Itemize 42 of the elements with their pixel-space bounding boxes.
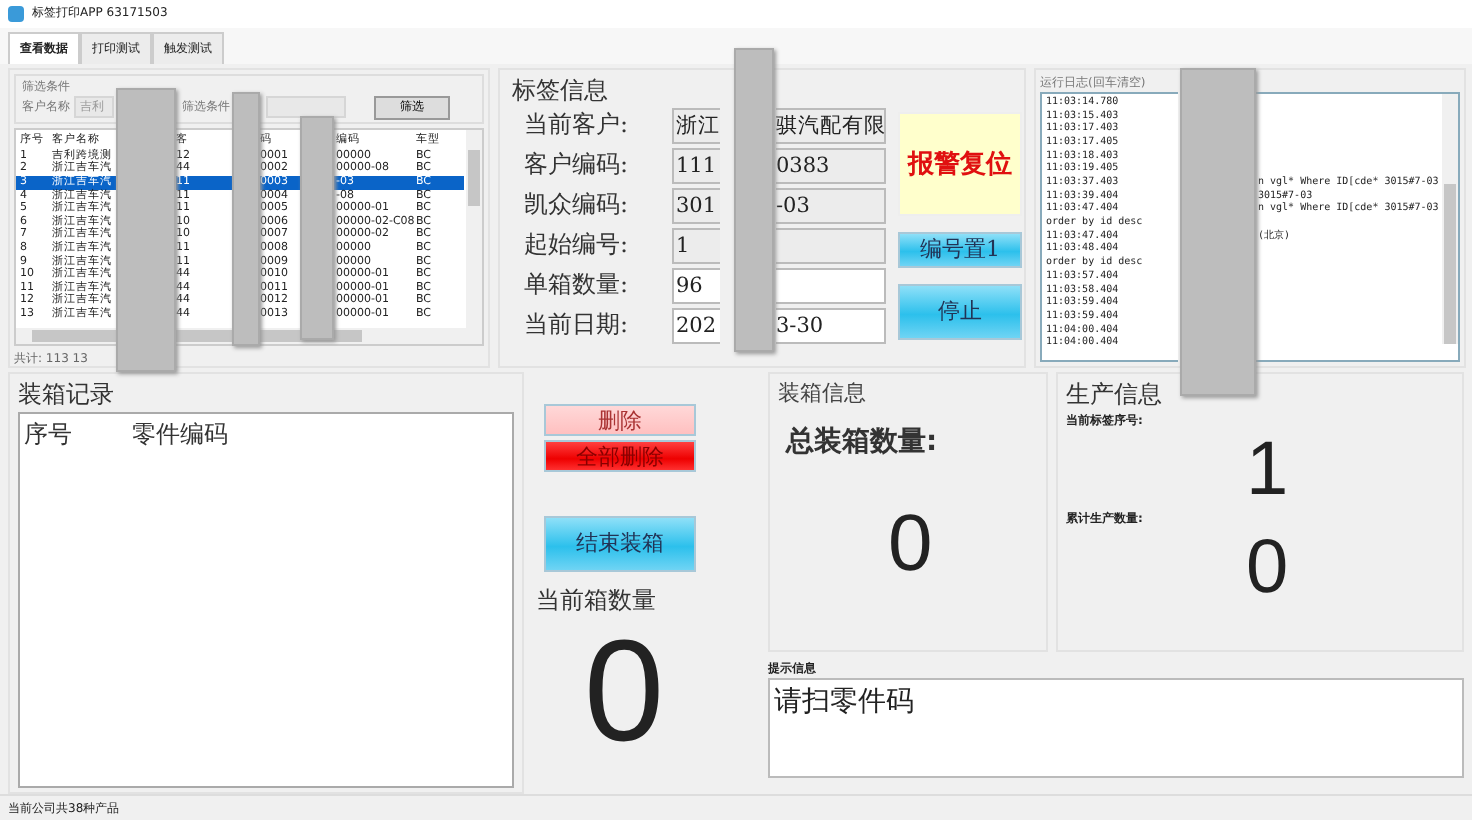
action-button[interactable]: 停止 bbox=[898, 283, 1022, 340]
field-label: 凯众编码: bbox=[524, 188, 631, 223]
scrollbar[interactable] bbox=[1442, 93, 1459, 344]
value-field[interactable]: 浙江 bbox=[672, 107, 720, 144]
count-value: 1 bbox=[1246, 429, 1291, 510]
value-field[interactable]: -03 bbox=[776, 187, 886, 224]
section-title: 生产信息 bbox=[1066, 377, 1164, 412]
count-label: 总装箱数量: bbox=[786, 423, 940, 460]
value-field[interactable] bbox=[776, 227, 886, 264]
field-label: 当前客户: bbox=[524, 108, 631, 143]
count-value: 0 bbox=[888, 499, 935, 590]
value-field[interactable]: 96 bbox=[672, 267, 720, 304]
value-field[interactable] bbox=[776, 267, 886, 304]
section-title: 标签信息 bbox=[512, 73, 610, 108]
action-button[interactable]: 报警复位 bbox=[898, 111, 1022, 216]
value-field[interactable]: 骐汽配有限 bbox=[776, 107, 886, 144]
value-field[interactable]: 202 bbox=[672, 307, 720, 344]
hint-message: 请扫零件码 bbox=[774, 685, 914, 718]
field-label: 起始编号: bbox=[524, 228, 631, 263]
value-field[interactable]: 0383 bbox=[776, 147, 886, 184]
action-button[interactable]: 编号置1 bbox=[898, 231, 1022, 268]
column-header: 零件编码 bbox=[132, 417, 228, 452]
log-box[interactable] bbox=[1040, 91, 1178, 362]
record-list[interactable]: 序号 零件编码 bbox=[18, 411, 514, 789]
value-field[interactable]: 3-30 bbox=[776, 307, 886, 344]
field-label: 单箱数量: bbox=[524, 268, 631, 303]
section-title: 装箱信息 bbox=[778, 377, 868, 408]
action-button[interactable]: 结束装箱 bbox=[544, 515, 696, 572]
column-header: 序号 bbox=[24, 417, 72, 452]
count-label: 当前箱数量 bbox=[536, 583, 656, 618]
value-field[interactable]: 1 bbox=[672, 227, 720, 264]
value-field[interactable]: 111 bbox=[672, 147, 720, 184]
section-title: 装箱记录 bbox=[18, 377, 116, 412]
value-field[interactable]: 301 bbox=[672, 187, 720, 224]
field-label: 当前日期: bbox=[524, 308, 631, 343]
count-value: 0 bbox=[584, 617, 665, 766]
action-button[interactable]: 删除 bbox=[544, 403, 696, 436]
scrollbar[interactable] bbox=[466, 129, 482, 328]
condition-field[interactable] bbox=[266, 96, 346, 119]
app-icon bbox=[8, 5, 24, 22]
count-value: 0 bbox=[1246, 527, 1291, 608]
field-label: 客户编码: bbox=[524, 148, 631, 183]
